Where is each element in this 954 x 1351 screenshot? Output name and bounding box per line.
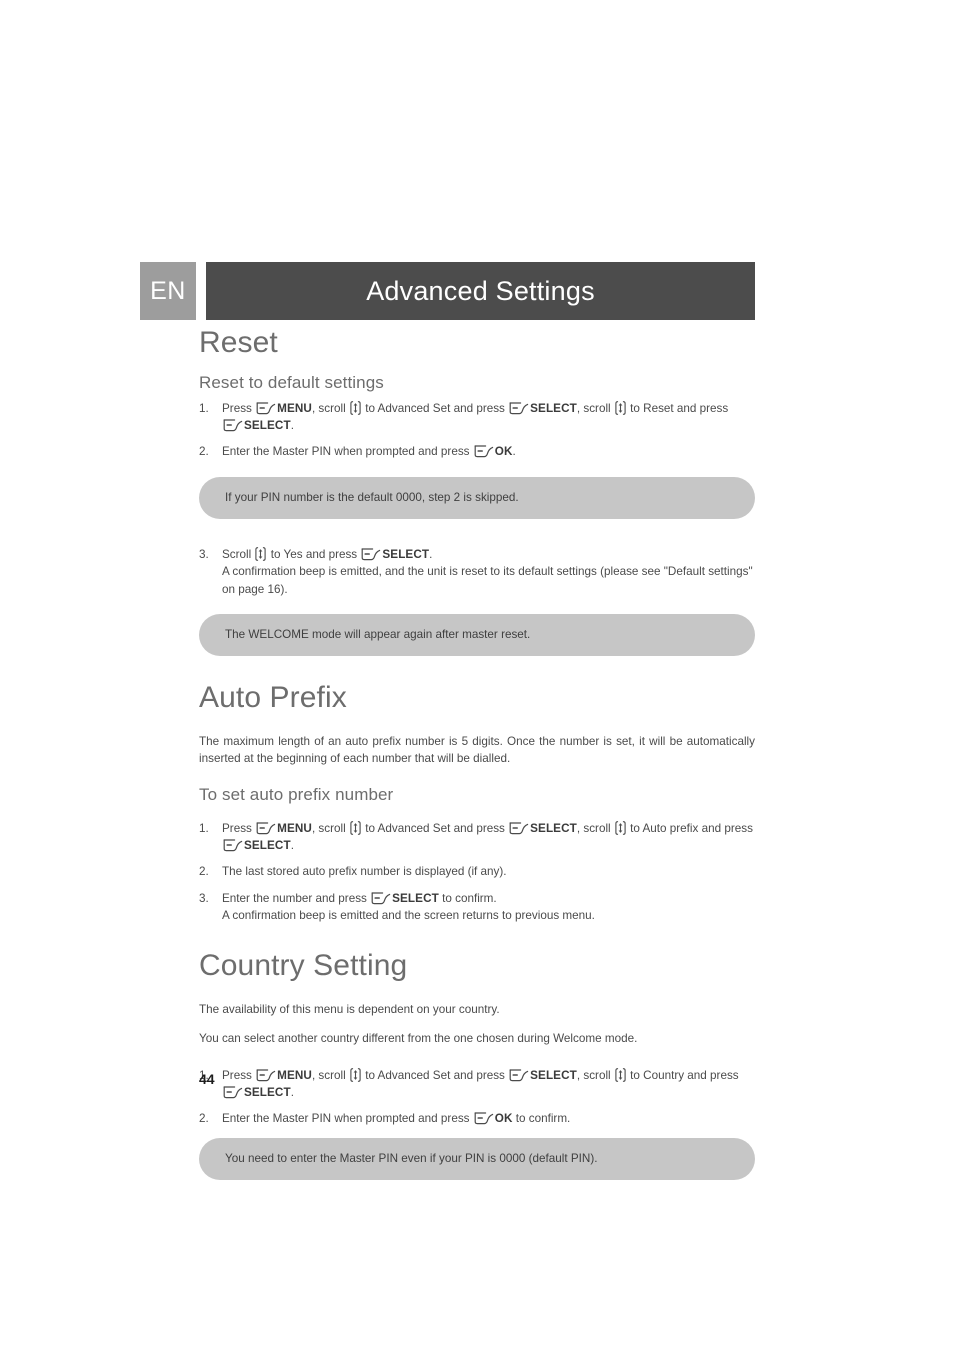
step-number: 3. [199, 891, 209, 905]
key-label: SELECT [530, 1068, 577, 1082]
softkey-button-icon [223, 419, 243, 432]
key-label: SELECT [244, 418, 291, 432]
key-label: MENU [277, 821, 312, 835]
step-item: 3. Enter the number and press SELECT to c… [199, 890, 755, 925]
scroll-up-down-icon [350, 400, 361, 415]
country-intro-1: The availability of this menu is depende… [199, 1002, 500, 1016]
scroll-up-down-icon [350, 820, 361, 835]
step-item: 2. Enter the Master PIN when prompted and… [199, 443, 755, 460]
key-label: SELECT [382, 547, 430, 561]
page-content: Reset Reset to default settings 1. Press … [199, 325, 755, 1181]
section-title-auto-prefix: Auto Prefix [199, 681, 347, 715]
steps-country: 1. Press MENU, scroll to Advanced Set and… [199, 1067, 755, 1128]
key-label: SELECT [244, 839, 291, 853]
step-detail: A confirmation beep is emitted, and the … [222, 565, 753, 596]
country-intro-2: You can select another country different… [199, 1031, 638, 1045]
softkey-button-icon [509, 822, 529, 835]
scroll-up-down-icon [615, 400, 626, 415]
step-continuation-line: SELECT. [222, 1084, 755, 1101]
softkey-button-icon [371, 892, 391, 905]
scroll-up-down-icon [255, 547, 267, 561]
scroll-up-down-icon [615, 820, 626, 835]
key-label: SELECT [530, 401, 577, 415]
step-item: 1. Press MENU, scroll to Advanced Set and… [199, 400, 755, 435]
step-continuation-line: SELECT. [222, 837, 755, 854]
step-number: 1. [199, 821, 209, 835]
softkey-button-icon [474, 445, 494, 458]
key-label: MENU [277, 1068, 312, 1082]
page-number: 44 [199, 1071, 215, 1087]
step-number: 3. [199, 547, 209, 561]
softkey-button-icon [223, 839, 243, 852]
step-item: 2. Enter the Master PIN when prompted and… [199, 1110, 755, 1127]
scroll-up-down-icon [615, 1067, 626, 1082]
callout-welcome-mode: The WELCOME mode will appear again after… [199, 613, 755, 657]
key-label: OK [494, 445, 513, 459]
softkey-button-icon [223, 1086, 243, 1099]
step-item: 2. The last stored auto prefix number is … [199, 863, 755, 880]
softkey-button-icon [509, 402, 529, 415]
step-continuation-line: SELECT. [222, 417, 755, 434]
softkey-button-icon [474, 1112, 494, 1125]
softkey-button-icon [509, 1069, 529, 1082]
subsection-title-set-auto-prefix: To set auto prefix number [199, 784, 394, 804]
step-item: 1. Press MENU, scroll to Advanced Set and… [199, 820, 755, 855]
callout-master-pin: You need to enter the Master PIN even if… [199, 1137, 755, 1181]
scroll-up-down-icon [350, 1067, 361, 1082]
steps-reset-confirm: 3. Scroll to Yes and press SELECT. A confi… [199, 546, 755, 598]
steps-auto-prefix: 1. Press MENU, scroll to Advanced Set and… [199, 820, 755, 925]
step-number: 2. [199, 865, 209, 879]
page-header: EN Advanced Settings [140, 262, 755, 320]
manual-page: EN Advanced Settings Reset Reset to defa… [0, 0, 954, 1351]
section-title-reset: Reset [199, 326, 278, 359]
page-title: Advanced Settings [206, 262, 755, 320]
key-label: SELECT [392, 891, 439, 905]
key-label: SELECT [530, 821, 577, 835]
step-detail: A confirmation beep is emitted and the s… [222, 909, 595, 923]
key-label: MENU [277, 401, 312, 415]
softkey-button-icon [256, 1069, 276, 1082]
step-number: 1. [199, 401, 209, 415]
section-title-country-setting: Country Setting [199, 949, 408, 983]
callout-pin-default: If your PIN number is the default 0000, … [199, 476, 755, 519]
softkey-button-icon [256, 402, 276, 415]
key-label: OK [494, 1112, 513, 1126]
language-tab: EN [140, 262, 196, 320]
softkey-button-icon [256, 822, 276, 835]
step-number: 2. [199, 445, 209, 459]
key-label: SELECT [244, 1086, 291, 1100]
steps-reset: 1. Press MENU, scroll to Advanced Set and… [199, 400, 755, 461]
step-number: 2. [199, 1112, 209, 1126]
auto-prefix-intro: The maximum length of an auto prefix num… [199, 734, 755, 765]
step-item: 3. Scroll to Yes and press SELECT. A confi… [199, 546, 755, 598]
step-item: 1. Press MENU, scroll to Advanced Set and… [199, 1067, 755, 1102]
subsection-title-reset-default: Reset to default settings [199, 373, 384, 393]
softkey-button-icon [361, 548, 381, 561]
